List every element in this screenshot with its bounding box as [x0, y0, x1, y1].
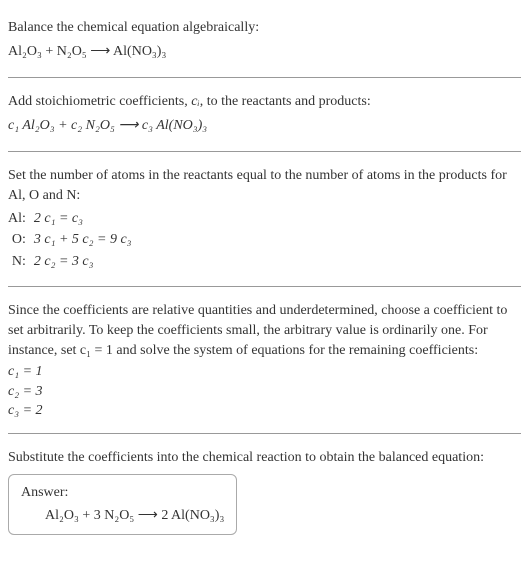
solve-text: Since the coefficients are relative quan…: [8, 301, 521, 360]
unbalanced-equation: Al₂O₃ + N₂O₅ ⟶ Al(NO₃)₃: [8, 42, 521, 62]
coefficient-value: c₃ = 2: [8, 401, 521, 421]
balance-equation: 2 c₂ = 3 c₃: [34, 251, 138, 273]
table-row: N: 2 c₂ = 3 c₃: [8, 251, 138, 273]
atom-balance-system: Al: 2 c₁ = c₃ O: 3 c₁ + 5 c₂ = 9 c₃ N: 2…: [8, 208, 138, 273]
substitute-text: Substitute the coefficients into the che…: [8, 448, 521, 468]
coefficient-variable: cᵢ: [191, 94, 199, 109]
element-label: Al:: [8, 208, 34, 230]
coefficient-value: c₂ = 3: [8, 382, 521, 402]
section-atom-balance: Set the number of atoms in the reactants…: [8, 156, 521, 282]
table-row: Al: 2 c₁ = c₃: [8, 208, 138, 230]
answer-box: Answer: Al₂O₃ + 3 N₂O₅ ⟶ 2 Al(NO₃)₃: [8, 474, 237, 535]
balanced-equation: Al₂O₃ + 3 N₂O₅ ⟶ 2 Al(NO₃)₃: [21, 506, 224, 526]
equation-with-coefficients: c₁ Al₂O₃ + c₂ N₂O₅ ⟶ c₃ Al(NO₃)₃: [8, 116, 521, 136]
element-label: N:: [8, 251, 34, 273]
section-solve: Since the coefficients are relative quan…: [8, 291, 521, 429]
divider: [8, 433, 521, 434]
element-label: O:: [8, 229, 34, 251]
text-post: , to the reactants and products:: [200, 94, 371, 109]
divider: [8, 77, 521, 78]
add-coefficients-text: Add stoichiometric coefficients, cᵢ, to …: [8, 92, 521, 112]
table-row: O: 3 c₁ + 5 c₂ = 9 c₃: [8, 229, 138, 251]
text-pre: Add stoichiometric coefficients,: [8, 94, 191, 109]
section-add-coefficients: Add stoichiometric coefficients, cᵢ, to …: [8, 82, 521, 147]
divider: [8, 286, 521, 287]
section-answer: Substitute the coefficients into the che…: [8, 438, 521, 543]
answer-label: Answer:: [21, 483, 224, 503]
divider: [8, 151, 521, 152]
section-problem: Balance the chemical equation algebraica…: [8, 8, 521, 73]
problem-statement: Balance the chemical equation algebraica…: [8, 18, 521, 38]
balance-equation: 3 c₁ + 5 c₂ = 9 c₃: [34, 229, 138, 251]
coefficient-value: c₁ = 1: [8, 362, 521, 382]
atom-balance-text: Set the number of atoms in the reactants…: [8, 166, 521, 205]
balance-equation: 2 c₁ = c₃: [34, 208, 138, 230]
